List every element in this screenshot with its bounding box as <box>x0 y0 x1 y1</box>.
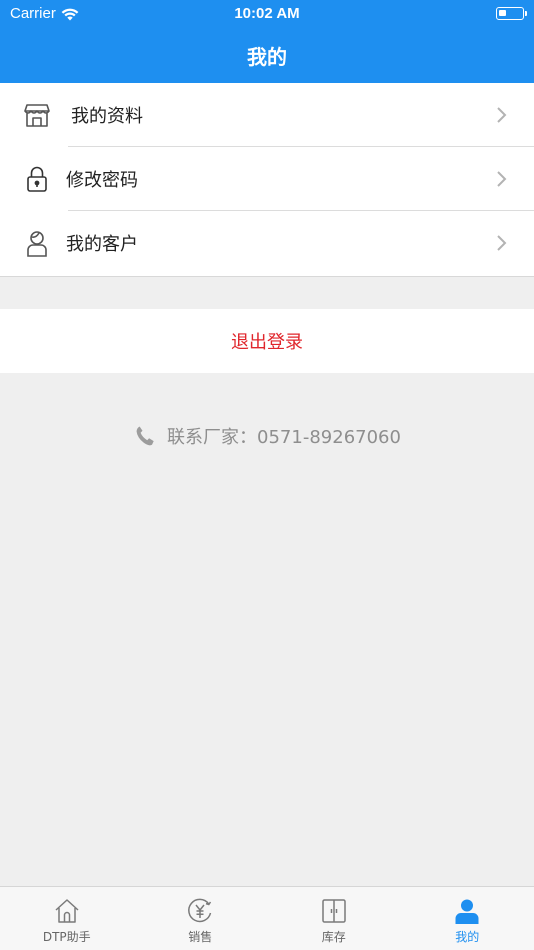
tab-mine[interactable]: 我的 <box>401 887 534 950</box>
tab-sales[interactable]: 销售 <box>134 887 268 950</box>
person-icon <box>22 228 52 258</box>
menu-item-label: 修改密码 <box>66 170 138 191</box>
inventory-icon <box>322 899 346 923</box>
contact-text: 联系厂家：0571-89267060 <box>167 427 401 448</box>
logout-button[interactable]: 退出登录 <box>0 309 534 373</box>
page-title: 我的 <box>247 45 287 69</box>
logout-label: 退出登录 <box>231 332 303 353</box>
lock-icon <box>22 164 52 194</box>
menu-item-change-password[interactable]: 修改密码 <box>0 147 534 211</box>
tab-label: 我的 <box>455 930 480 944</box>
tab-label: DTP助手 <box>42 930 91 944</box>
chevron-right-icon <box>497 107 507 123</box>
status-time: 10:02 AM <box>234 5 300 22</box>
home-icon <box>55 899 79 923</box>
tab-bar: DTP助手 销售 库存 我的 <box>0 886 534 950</box>
menu-item-my-customers[interactable]: 我的客户 <box>0 211 534 275</box>
menu-item-my-profile[interactable]: 我的资料 <box>0 83 534 147</box>
chevron-right-icon <box>497 171 507 187</box>
battery-level <box>499 10 506 16</box>
tab-label: 销售 <box>188 930 213 944</box>
battery-icon <box>496 7 527 20</box>
tab-dtp-assistant[interactable]: DTP助手 <box>0 887 134 950</box>
phone-icon <box>136 426 154 446</box>
tab-label: 库存 <box>321 930 346 944</box>
tab-inventory[interactable]: 库存 <box>267 887 401 950</box>
menu-item-label: 我的资料 <box>71 106 143 127</box>
chevron-right-icon <box>497 235 507 251</box>
status-bar: Carrier 10:02 AM <box>0 0 534 28</box>
menu-item-label: 我的客户 <box>66 234 138 255</box>
header: Carrier 10:02 AM 我的 <box>0 0 534 83</box>
contact-manufacturer[interactable]: 联系厂家：0571-89267060 <box>0 421 534 451</box>
store-icon <box>22 100 52 130</box>
sales-yen-icon <box>188 898 212 923</box>
profile-menu: 我的资料 修改密码 我的客户 <box>0 83 534 277</box>
user-icon <box>455 899 479 924</box>
